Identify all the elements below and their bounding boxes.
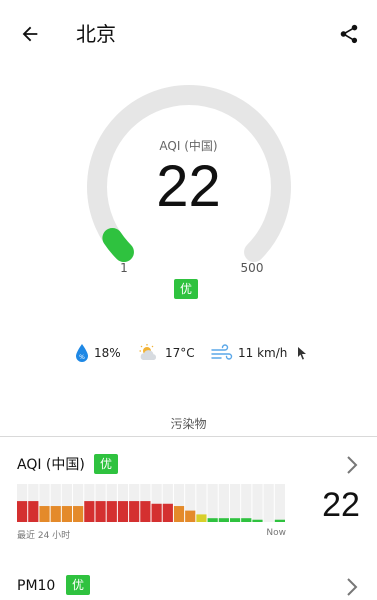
history-bar [39,506,50,522]
humidity-value: 18% [94,346,121,360]
history-bar [61,506,73,522]
history-bar-bg [263,484,274,522]
chevron-right-icon [347,578,358,596]
history-bar [117,501,129,522]
history-bar [162,503,173,522]
aqi-level-badge: 优 [174,279,199,299]
pollutant-name: PM10 [17,578,56,594]
history-bar [218,518,229,522]
chevron-right-icon [347,456,358,474]
gauge-min-label: 1 [120,261,128,275]
history-bar [185,510,196,522]
temperature-item: 17°C [137,338,195,368]
pollutant-level-badge: 优 [66,575,91,595]
pollutant-name: AQI (中国) [17,457,85,473]
aqi-gauge: AQI (中国) 22 1 500 优 [0,0,377,310]
history-bar [173,506,185,522]
section-divider [0,436,377,437]
wind-value: 11 km/h [238,346,288,360]
pollutants-section-title: 污染物 [170,417,207,431]
gauge-caption: AQI (中国) [159,139,218,153]
history-bar-bg [218,484,229,522]
gauge-fill [102,227,134,263]
history-bar-bg [207,484,218,522]
history-bar [28,501,39,522]
history-bar-bg [229,484,241,522]
aqi-history-chart [17,484,285,522]
history-bar [84,501,95,522]
partly-sunny-icon [139,344,157,360]
pollutant-level-badge: 优 [94,454,119,474]
history-bar [17,501,28,522]
history-bar [151,503,162,522]
history-bar [129,501,140,522]
history-bar-bg [274,484,285,522]
pollutant-row-pm10[interactable]: PM10 优 [0,574,377,600]
weather-strip: % 18% 17°C 11 km/h [0,338,377,368]
svg-text:%: % [79,354,85,361]
history-bar [140,501,151,522]
wind-icon [211,344,233,360]
history-end-label: Now [266,528,286,538]
gauge-max-label: 500 [240,261,264,275]
history-bar [229,518,241,522]
history-bar [207,518,218,522]
history-bar-bg [252,484,263,522]
temperature-value: 17°C [165,346,195,360]
water-drop-icon: % [76,344,88,362]
history-bar [106,501,117,522]
wind-item: 11 km/h [210,338,309,368]
pollutant-value: 22 [322,486,360,524]
history-start-label: 最近 24 小时 [17,531,71,541]
history-bar-bg [241,484,252,522]
humidity-item: % 18% [74,338,121,368]
history-bar [73,506,84,522]
aqi-value: 22 [156,154,221,219]
history-bar [196,514,207,522]
history-bar [274,519,285,522]
history-bar [241,518,252,522]
history-bar [95,501,106,522]
history-bar [50,506,61,522]
wind-direction-icon [298,347,307,360]
history-bar [252,519,263,522]
